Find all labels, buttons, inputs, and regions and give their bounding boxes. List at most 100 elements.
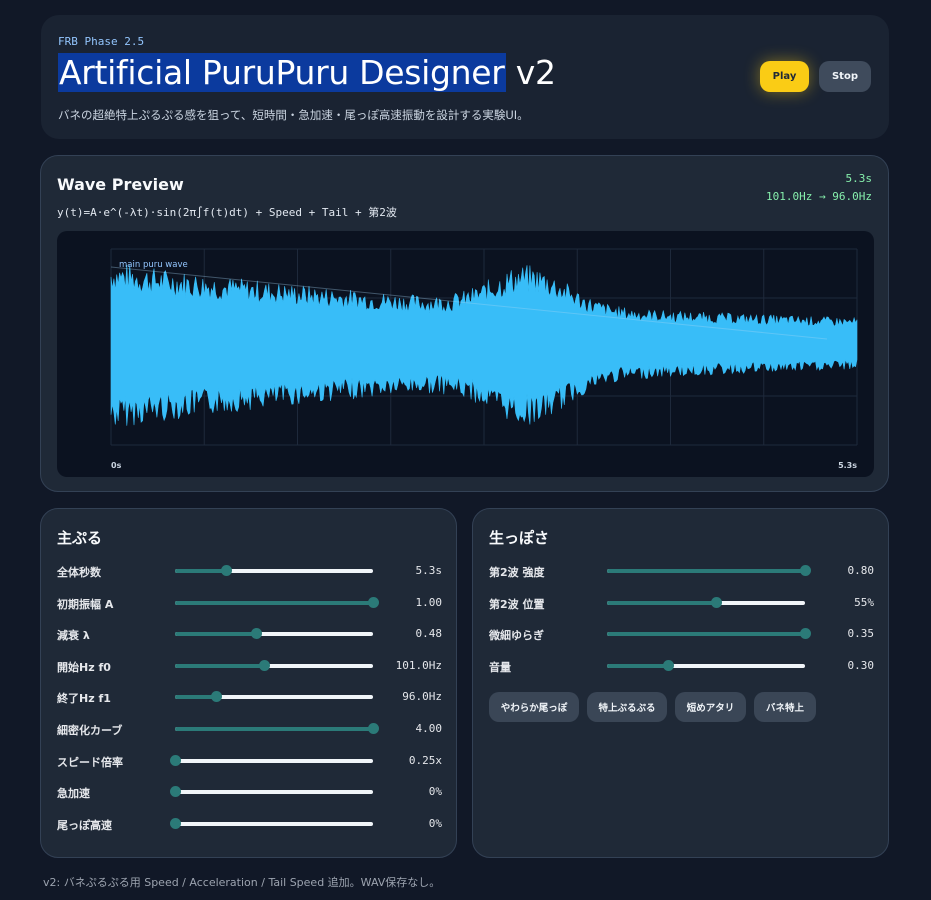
- slider-label: 音量: [489, 660, 511, 674]
- wave-plot: main puru wave 0s 5.3s: [110, 248, 858, 470]
- right_panel-slider-row-3: 音量 0.30: [489, 656, 874, 676]
- phase-label: FRB Phase 2.5: [58, 35, 145, 48]
- slider-track[interactable]: [170, 754, 373, 766]
- slider-value: 0.48: [415, 627, 443, 641]
- slider-fill: [175, 600, 373, 605]
- slider-label: 初期振幅 A: [57, 597, 114, 611]
- slider-label: 開始Hz f0: [57, 660, 111, 674]
- slider-thumb[interactable]: [368, 596, 379, 608]
- realism-title: 生っぽさ: [489, 529, 550, 547]
- slider-track[interactable]: [607, 659, 805, 671]
- frequency-readout: 101.0Hz → 96.0Hz: [766, 190, 872, 203]
- slider-value: 101.0Hz: [395, 658, 442, 672]
- slider-track[interactable]: [607, 628, 811, 640]
- wave-formula: y(t)=A·e^(-λt)·sin(2π∫f(t)dt) + Speed + …: [57, 206, 397, 219]
- slider-value: 5.3s: [415, 564, 443, 577]
- main-puru-wave: [110, 265, 858, 426]
- preset-short-hit-button[interactable]: 短めアタリ: [675, 692, 746, 722]
- slider-track[interactable]: [170, 817, 373, 829]
- slider-track[interactable]: [607, 565, 811, 576]
- footer-note: v2: バネぷるぷる用 Speed / Acceleration / Tail …: [43, 876, 441, 889]
- slider-fill: [607, 663, 669, 668]
- page-title-highlight: Artificial PuruPuru Designer: [58, 53, 506, 92]
- left_panel-slider-row-5: 細密化カーブ 4.00: [57, 719, 442, 739]
- slider-label: スピード倍率: [57, 755, 123, 769]
- right_panel-slider-row-1: 第2波 位置 55%: [489, 593, 874, 613]
- slider-track[interactable]: [175, 596, 379, 608]
- duration-readout: 5.3s: [845, 172, 873, 185]
- slider-value: 4.00: [415, 722, 443, 735]
- preset-soft-tail-button[interactable]: やわらか尾っぽ: [489, 692, 579, 722]
- right_panel-slider-row-0: 第2波 強度 0.80: [489, 561, 874, 581]
- left_panel-slider-row-8: 尾っぽ高速 0%: [57, 814, 442, 834]
- slider-value: 55%: [854, 595, 874, 609]
- left_panel-slider-row-1: 初期振幅 A 1.00: [57, 593, 442, 613]
- slider-thumb[interactable]: [710, 596, 722, 608]
- slider-track[interactable]: [175, 691, 373, 703]
- header-card: FRB Phase 2.5 Artificial PuruPuru Design…: [41, 15, 889, 139]
- slider-thumb[interactable]: [251, 628, 263, 640]
- slider-thumb[interactable]: [800, 565, 811, 576]
- slider-fill: [175, 632, 257, 637]
- slider-thumb[interactable]: [800, 628, 811, 640]
- slider-track[interactable]: [175, 628, 373, 640]
- slider-thumb[interactable]: [170, 786, 181, 798]
- slider-track[interactable]: [175, 565, 373, 576]
- slider-thumb[interactable]: [368, 723, 379, 734]
- left_panel-slider-row-4: 終了Hz f1 96.0Hz: [57, 687, 442, 707]
- page-title-version: v2: [505, 53, 556, 92]
- page-subtitle: バネの超絶特上ぷるぷる感を狙って、短時間・急加速・尾っぽ高速振動を設計する実験U…: [58, 108, 529, 122]
- main-puru-panel: 主ぷる 全体秒数 5.3s 初期振幅 A 1.00 減衰 λ 0.48 開始Hz f0 101…: [40, 508, 457, 858]
- slider-value: 0.25x: [408, 753, 442, 767]
- slider-value: 0.30: [847, 658, 875, 672]
- slider-label: 終了Hz f1: [57, 692, 111, 706]
- slider-label: 減衰 λ: [57, 629, 90, 643]
- slider-track[interactable]: [175, 659, 373, 671]
- left_panel-slider-row-3: 開始Hz f0 101.0Hz: [57, 656, 442, 676]
- wave-preview-title: Wave Preview: [57, 175, 184, 194]
- slider-fill: [607, 632, 805, 637]
- slider-value: 0.35: [847, 627, 875, 641]
- slider-label: 第2波 強度: [489, 566, 545, 579]
- slider-thumb[interactable]: [663, 659, 675, 671]
- slider-label: 急加速: [57, 787, 90, 801]
- slider-fill: [175, 727, 373, 731]
- main-puru-title: 主ぷる: [57, 529, 103, 547]
- preset-spring-premium-button[interactable]: バネ特上: [754, 692, 816, 722]
- right_panel-slider-row-2: 微細ゆらぎ 0.35: [489, 624, 874, 644]
- realism-panel: 生っぽさ 第2波 強度 0.80 第2波 位置 55% 微細ゆらぎ 0.35 音量 0.30 …: [472, 508, 889, 858]
- slider-track[interactable]: [170, 786, 373, 798]
- slider-value: 0.80: [847, 564, 875, 577]
- slider-track[interactable]: [175, 723, 379, 734]
- play-button[interactable]: Play: [760, 61, 809, 92]
- left_panel-slider-row-7: 急加速 0%: [57, 782, 442, 802]
- slider-value: 1.00: [415, 595, 443, 609]
- slider-value: 96.0Hz: [402, 690, 442, 704]
- slider-fill: [175, 663, 265, 668]
- slider-thumb[interactable]: [170, 817, 181, 829]
- wave-canvas: main puru wave 0s 5.3s: [57, 231, 874, 477]
- slider-track[interactable]: [607, 596, 805, 608]
- slider-fill: [607, 600, 716, 605]
- slider-value: 0%: [428, 816, 442, 830]
- slider-fill: [175, 695, 216, 700]
- stop-button[interactable]: Stop: [819, 61, 871, 92]
- slider-thumb[interactable]: [221, 565, 233, 576]
- slider-label: 細密化カーブ: [57, 724, 123, 737]
- left_panel-slider-row-0: 全体秒数 5.3s: [57, 561, 442, 581]
- slider-thumb[interactable]: [210, 691, 222, 703]
- slider-label: 全体秒数: [57, 566, 101, 579]
- wave-legend-label: main puru wave: [119, 260, 188, 270]
- left_panel-slider-row-2: 減衰 λ 0.48: [57, 624, 442, 644]
- axis-start-label: 0s: [111, 461, 122, 470]
- slider-thumb[interactable]: [259, 659, 271, 671]
- left_panel-slider-row-6: スピード倍率 0.25x: [57, 751, 442, 771]
- slider-fill: [607, 569, 805, 573]
- slider-label: 微細ゆらぎ: [489, 629, 544, 643]
- slider-thumb[interactable]: [170, 754, 181, 766]
- wave-preview-card: Wave Preview y(t)=A·e^(-λt)·sin(2π∫f(t)d…: [40, 155, 889, 492]
- page-title: Artificial PuruPuru Designer v2: [58, 53, 556, 92]
- preset-premium-puru-button[interactable]: 特上ぷるぷる: [587, 692, 667, 722]
- slider-value: 0%: [428, 785, 442, 799]
- slider-label: 尾っぽ高速: [57, 818, 112, 832]
